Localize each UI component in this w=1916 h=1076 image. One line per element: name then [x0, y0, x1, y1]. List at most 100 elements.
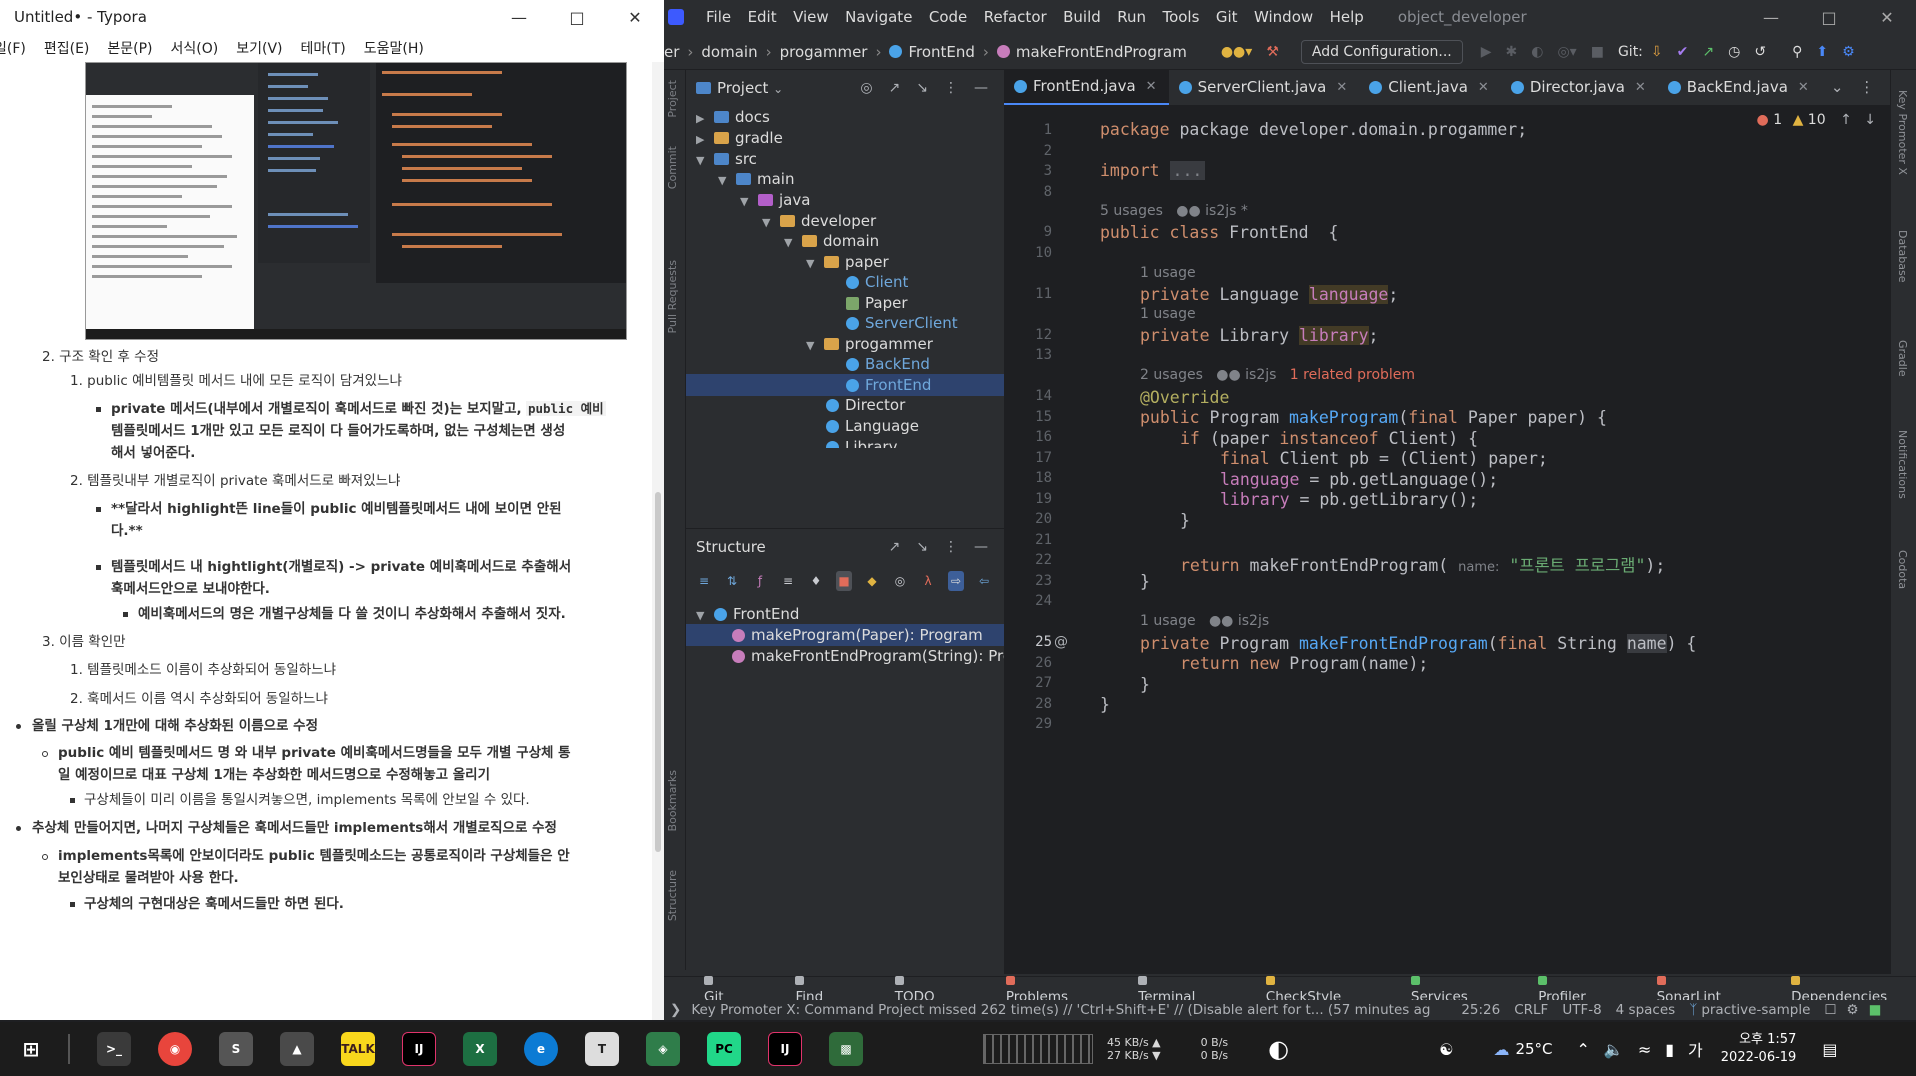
- usages-hint[interactable]: 1 usage: [1140, 265, 1196, 281]
- ime-indicator[interactable]: 가: [1688, 1037, 1703, 1061]
- close-tab-icon[interactable]: ✕: [1478, 80, 1489, 95]
- status-toggle-icon[interactable]: ❯: [670, 1002, 681, 1018]
- code-line-20[interactable]: }: [1180, 511, 1190, 530]
- tree-item-java[interactable]: ▼ java: [740, 189, 810, 211]
- menu-git[interactable]: Git: [1216, 8, 1238, 26]
- minimize-icon[interactable]: —: [1742, 8, 1800, 27]
- maximize-icon[interactable]: □: [548, 0, 606, 34]
- git-update-icon[interactable]: ⇩: [1651, 44, 1663, 60]
- battery-icon[interactable]: ▮: [1665, 1040, 1674, 1059]
- power-gauge-icon[interactable]: ◐: [1268, 1035, 1289, 1063]
- menu-navigate[interactable]: Navigate: [845, 8, 912, 26]
- tree-item-src[interactable]: ▼ src: [696, 148, 757, 170]
- close-tab-icon[interactable]: ✕: [1146, 79, 1157, 94]
- code-line-9[interactable]: public class FrontEnd {: [1100, 223, 1338, 242]
- prev-highlight-icon[interactable]: ↑: [1840, 112, 1852, 128]
- start-icon[interactable]: ⊞: [14, 1032, 48, 1066]
- rollback-icon[interactable]: ↺: [1754, 44, 1766, 60]
- code-line-19[interactable]: library = pb.getLibrary();: [1220, 490, 1478, 509]
- close-icon[interactable]: ✕: [1858, 8, 1916, 27]
- tab-director[interactable]: Director.java ✕: [1501, 69, 1658, 105]
- weather-icon[interactable]: ☁: [1493, 1040, 1509, 1059]
- menu-file[interactable]: File: [706, 8, 731, 26]
- tab-frontend[interactable]: FrontEnd.java ✕: [1004, 69, 1169, 105]
- sort-by-type-icon[interactable]: ≡: [696, 571, 712, 591]
- tree-item-domain[interactable]: ▼ domain: [784, 230, 879, 252]
- tab-backend[interactable]: BackEnd.java ✕: [1658, 69, 1821, 105]
- breadcrumb-item[interactable]: makeFrontEndProgram: [1016, 43, 1187, 61]
- volume-icon[interactable]: 🔈: [1604, 1040, 1624, 1059]
- usages-hint[interactable]: 1 usage ●● is2js: [1140, 613, 1269, 629]
- menu-edit[interactable]: Edit: [748, 8, 777, 26]
- tree-item-client[interactable]: Client: [846, 271, 908, 293]
- lock-icon[interactable]: ☐: [1824, 1002, 1836, 1018]
- menu-run[interactable]: Run: [1117, 8, 1146, 26]
- code-line-25[interactable]: private Program makeFrontEndProgram(fina…: [1140, 634, 1696, 653]
- show-inherited-icon[interactable]: ≡: [780, 571, 796, 591]
- show-fields-icon[interactable]: ◆: [864, 571, 880, 591]
- minimize-icon[interactable]: —: [490, 0, 548, 34]
- pycharm-app-icon[interactable]: PC: [707, 1032, 741, 1066]
- key-promoter-tab[interactable]: Key Promoter X: [1896, 90, 1909, 175]
- sg-app-icon[interactable]: S: [219, 1032, 253, 1066]
- code-line-12[interactable]: private Library library;: [1140, 326, 1378, 345]
- tree-item-frontend[interactable]: FrontEnd: [686, 374, 1004, 396]
- override-marker-icon[interactable]: @: [1054, 634, 1068, 650]
- tab-options-icon[interactable]: ⋮: [1853, 69, 1880, 105]
- code-editor[interactable]: FrontEnd.java ✕ ServerClient.java ✕ Client…: [1004, 69, 1890, 974]
- project-tool-tab[interactable]: Project: [666, 80, 679, 118]
- git-branch[interactable]: practive-sample: [1701, 1002, 1810, 1018]
- gradle-tab[interactable]: Gradle: [1896, 340, 1909, 377]
- code-line-28[interactable]: }: [1100, 695, 1110, 714]
- hammer-icon[interactable]: ⚒: [1266, 44, 1279, 60]
- breadcrumb-item[interactable]: progammer: [780, 43, 868, 61]
- debug-icon[interactable]: ✱: [1506, 44, 1518, 60]
- code-line-1[interactable]: package package developer.domain.progamm…: [1100, 120, 1527, 139]
- settings-icon[interactable]: ⚙: [1847, 1002, 1859, 1018]
- tree-item-docs[interactable]: ▶ docs: [696, 106, 770, 128]
- game-app-icon[interactable]: ▲: [280, 1032, 314, 1066]
- code-line-14[interactable]: @Override: [1140, 388, 1229, 407]
- line-separator[interactable]: CRLF: [1514, 1002, 1548, 1018]
- history-icon[interactable]: ◷: [1728, 44, 1740, 60]
- git-commit-icon[interactable]: ✔: [1677, 44, 1689, 60]
- hide-panel-icon[interactable]: —: [974, 80, 988, 96]
- tree-item-progammer[interactable]: ▼ progammer: [806, 333, 933, 355]
- sourcetree-app-icon[interactable]: ◈: [646, 1032, 680, 1066]
- tree-item-paper[interactable]: ▼ paper: [806, 251, 889, 273]
- menu-view[interactable]: View: [793, 8, 829, 26]
- project-panel-title[interactable]: Project ⌄: [717, 79, 860, 97]
- bookmarks-tool-tab[interactable]: Bookmarks: [666, 770, 679, 831]
- database-tab[interactable]: Database: [1896, 230, 1909, 283]
- tree-item-developer[interactable]: ▼ developer: [762, 210, 876, 232]
- excel-app-icon[interactable]: X: [463, 1032, 497, 1066]
- menu-file[interactable]: 일(F): [0, 38, 26, 58]
- code-line-23[interactable]: }: [1140, 572, 1150, 591]
- commit-tool-tab[interactable]: Commit: [666, 146, 679, 189]
- tab-serverclient[interactable]: ServerClient.java ✕: [1169, 69, 1360, 105]
- more-options-icon[interactable]: ⋮: [944, 80, 958, 96]
- notifications-tab[interactable]: Notifications: [1896, 430, 1909, 499]
- tray-chevron-icon[interactable]: ⌃: [1577, 1040, 1590, 1059]
- code-line-22[interactable]: return makeFrontEndProgram( name: "프론트 프…: [1180, 552, 1665, 576]
- menu-help[interactable]: Help: [1330, 8, 1364, 26]
- file-encoding[interactable]: UTF-8: [1562, 1002, 1601, 1018]
- run-icon[interactable]: ▶: [1481, 44, 1492, 60]
- tree-item-director[interactable]: Director: [826, 394, 905, 416]
- menu-tools[interactable]: Tools: [1162, 8, 1199, 26]
- code-line-27[interactable]: }: [1140, 675, 1150, 694]
- autoscroll-icon[interactable]: ◎: [892, 571, 908, 591]
- kakaotalk-app-icon[interactable]: TALK: [341, 1032, 375, 1066]
- close-tab-icon[interactable]: ✕: [1336, 80, 1347, 95]
- typora-app-icon[interactable]: T: [585, 1032, 619, 1066]
- menu-help[interactable]: 도움말(H): [364, 38, 424, 58]
- add-configuration-button[interactable]: Add Configuration...: [1300, 39, 1463, 64]
- breadcrumb-item[interactable]: er: [664, 43, 679, 61]
- close-tab-icon[interactable]: ✕: [1635, 80, 1646, 95]
- inspection-widget[interactable]: ● 1 ▲ 10 ↑ ↓: [1757, 112, 1876, 128]
- codota-tab[interactable]: Codota: [1896, 550, 1909, 589]
- status-message[interactable]: Key Promoter X: Command Project missed 2…: [691, 1002, 1451, 1018]
- code-line-11[interactable]: private Language language;: [1140, 285, 1398, 304]
- caret-position[interactable]: 25:26: [1461, 1002, 1500, 1018]
- notification-icon[interactable]: ▤: [1822, 1040, 1837, 1059]
